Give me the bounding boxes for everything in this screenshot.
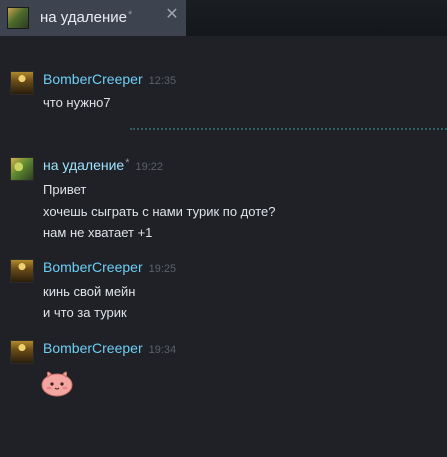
friend-avatar [7, 7, 29, 29]
pink-blob-sticker [41, 371, 73, 397]
tab-bar: на удаление* ✕ [0, 0, 447, 36]
tab-bar-empty [186, 0, 447, 36]
message-line: Привет [43, 182, 87, 197]
message-time: 12:35 [148, 75, 177, 87]
sender-name[interactable]: BomberCreeper 12:35 [43, 71, 176, 87]
chat-log: BomberCreeper 12:35 что нужно7 на удалени… [0, 36, 447, 457]
sender-avatar[interactable] [10, 157, 34, 181]
new-messages-divider [130, 128, 447, 130]
tab-title: на удаление* [40, 9, 133, 26]
message-line: хочешь сыграть с нами турик по доте? [43, 204, 276, 219]
sender-name[interactable]: на удаление* 19:22 [43, 157, 163, 173]
sender-avatar[interactable] [10, 259, 34, 283]
sender-name[interactable]: BomberCreeper 19:34 [43, 340, 176, 356]
message-time: 19:34 [148, 344, 177, 356]
unread-mark: * [128, 9, 133, 21]
sender-avatar[interactable] [10, 340, 34, 364]
message-line: кинь свой мейн [43, 284, 136, 299]
sender-avatar[interactable] [10, 71, 34, 95]
chat-tab[interactable]: на удаление* ✕ [0, 0, 186, 36]
message-line: нам не хватает +1 [43, 225, 153, 240]
close-icon[interactable]: ✕ [164, 7, 180, 23]
message-line: что нужно7 [43, 95, 111, 110]
message-line: и что за турик [43, 305, 127, 320]
sender-name[interactable]: BomberCreeper 19:25 [43, 259, 176, 275]
message-time: 19:22 [135, 161, 164, 173]
sender-mark: * [125, 157, 130, 169]
message-time: 19:25 [148, 263, 177, 275]
